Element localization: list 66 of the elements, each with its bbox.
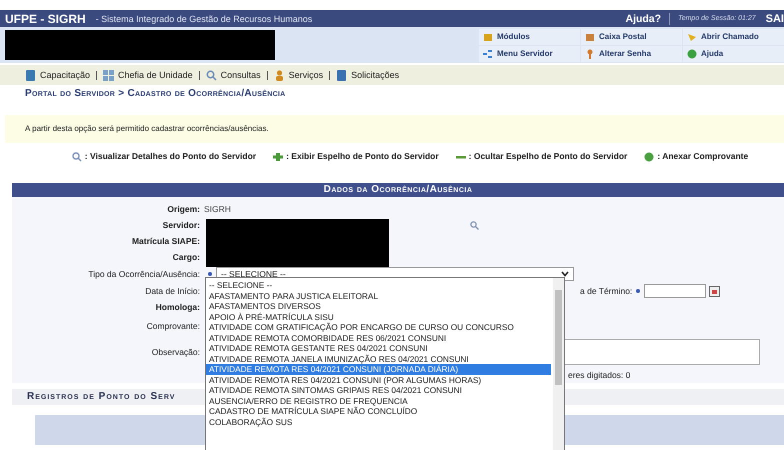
quick-link-icon — [585, 48, 595, 58]
quick-link[interactable]: Ajuda — [683, 46, 784, 62]
field-label: Tipo da Ocorrência/Ausência: — [87, 269, 201, 279]
end-date-field[interactable] — [644, 284, 706, 298]
required-icon — [208, 272, 212, 276]
legend-item: : Anexar Comprovante — [643, 151, 748, 161]
dropdown-option[interactable]: AFASTAMENTO PARA JUSTICA ELEITORAL — [206, 290, 551, 301]
system-subtitle: - Sistema Integrado de Gestão de Recursos Humanos — [96, 14, 314, 24]
legend-item: : Ocultar Espelho de Ponto do Servidor — [454, 151, 628, 161]
field-label: Data de Início: — [144, 286, 201, 296]
dropdown-option[interactable]: ATIVIDADE REMOTA COMORBIDADE RES 06/2021 CONSUNI — [206, 332, 551, 343]
quick-link-icon — [483, 32, 493, 42]
field-label: Observação: — [150, 347, 201, 357]
field-label: Cargo: — [172, 252, 201, 262]
scrollbar[interactable] — [553, 278, 564, 450]
dropdown-option[interactable]: ATIVIDADE REMOTA JANELA IMUNIZAÇÃO RES 04/2021 CONSUNI — [206, 354, 551, 364]
menu-icon — [103, 70, 114, 80]
dropdown-option[interactable]: AUSENCIA/ERRO DE REGISTRO DE FREQUENCIA — [206, 396, 551, 406]
dropdown-option[interactable]: COLABORAÇÃO SUS — [206, 416, 551, 427]
dropdown-option[interactable]: CADASTRO DE MATRÍCULA SIAPE NÃO CONCLUÍDO — [206, 406, 551, 416]
menu-item[interactable]: Capacitação — [25, 70, 90, 80]
menu-item[interactable]: Consultas — [206, 70, 261, 80]
chevron-down-icon — [561, 271, 569, 277]
dropdown-option[interactable]: AFASTAMENTOS DIVERSOS — [206, 301, 551, 312]
legend-item: : Exibir Espelho de Ponto do Servidor — [272, 151, 439, 161]
quick-link-icon — [483, 48, 493, 58]
dropdown-option[interactable]: ATIVIDADE REMOTA RES 04/2021 CONSUNI (POR ALGUMAS HORAS) — [206, 374, 551, 385]
legend-icon — [70, 152, 83, 162]
character-counter: eres digitados: 0 — [568, 370, 630, 380]
field-label: Comprovante: — [146, 321, 201, 331]
quick-link[interactable]: Módulos — [479, 28, 580, 44]
field-label: Servidor: — [162, 220, 201, 230]
menu-icon — [336, 70, 348, 80]
quick-link[interactable]: Menu Servidor — [479, 46, 580, 62]
info-message: A partir desta opção será permitido cadastrar ocorrências/ausências. — [5, 115, 784, 143]
section-header: Dados da Ocorrência/Ausência — [12, 183, 784, 197]
dropdown-option[interactable]: -- SELECIONE -- — [206, 280, 551, 290]
search-icon[interactable] — [470, 220, 479, 230]
quick-link[interactable]: Abrir Chamado — [683, 28, 784, 44]
menu-item[interactable]: Solicitações — [336, 70, 400, 80]
logout-link[interactable]: SAI — [766, 12, 784, 24]
required-icon — [636, 289, 640, 293]
menu-item[interactable]: Serviços — [274, 70, 324, 80]
field-value: SIGRH — [204, 204, 231, 214]
field-label: Homologa: — [154, 302, 201, 312]
calendar-icon[interactable] — [709, 286, 720, 296]
quick-link-icon — [585, 32, 595, 42]
breadcrumb: Portal do Servidor > Cadastro de Ocorrência/Ausência — [24, 87, 287, 101]
dropdown-option[interactable]: ATIVIDADE REMOTA GESTANTE RES 04/2021 CONSUNI — [206, 343, 551, 354]
dropdown-option[interactable]: ATIVIDADE COM GRATIFICAÇÃO POR ENCARGO DE CURSO OU CONCURSO — [206, 322, 551, 332]
legend-icon — [643, 152, 656, 162]
field-label: Matrícula SIAPE: — [130, 236, 201, 246]
quick-link[interactable]: Alterar Senha — [581, 46, 682, 62]
menu-item[interactable]: Chefia de Unidade — [103, 70, 193, 80]
field-label: a de Término: — [580, 286, 632, 296]
dropdown-option[interactable]: APOIO À PRÉ-MATRÍCULA SISU — [206, 312, 551, 322]
menu-icon — [25, 70, 36, 80]
field-label: Origem: — [166, 204, 201, 214]
menu-icon — [206, 70, 217, 80]
system-title: UFPE - SIGRH — [5, 12, 86, 26]
help-link[interactable]: Ajuda? — [625, 12, 670, 24]
quick-link[interactable]: Caixa Postal — [581, 28, 682, 44]
menu-icon — [274, 70, 285, 80]
dropdown-option[interactable]: ATIVIDADE REMOTA RES 04/2021 CONSUNI (JORNADA DIÁRIA) — [206, 364, 551, 374]
legend-item: : Visualizar Detalhes do Ponto do Servidor — [70, 151, 256, 161]
legend-icon — [272, 152, 284, 162]
